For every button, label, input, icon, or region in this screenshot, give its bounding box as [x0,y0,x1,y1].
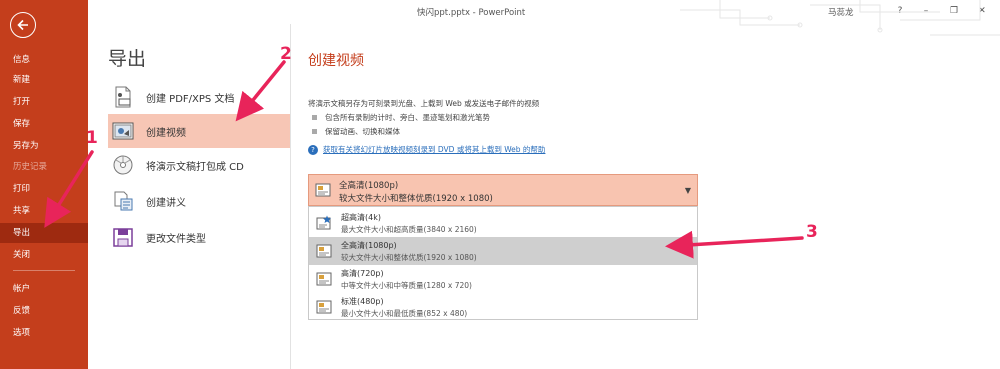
presentation-quality-icon [316,272,332,286]
quality-option-1080p[interactable]: 全高清(1080p) 较大文件大小和整体优质(1920 x 1080) [309,237,697,265]
sidebar-item-info[interactable]: 信息 [0,50,88,70]
export-item-label: 更改文件类型 [146,233,206,245]
export-item-video[interactable]: 创建视频 [108,114,290,148]
sidebar-item-open[interactable]: 打开 [0,92,88,112]
sidebar-item-account[interactable]: 帐户 [0,279,88,299]
star-quality-icon [316,215,331,230]
option-subtitle: 中等文件大小和中等质量(1280 x 720) [341,281,472,290]
quality-option-4k[interactable]: 超高清(4k) 最大文件大小和超高质量(3840 x 2160) [309,209,697,237]
dropdown-selected-title: 全高清(1080p) [339,181,399,191]
annotation-number: 3 [806,222,818,242]
bullet-text: 包含所有录制的计时、旁白、墨迹笔划和激光笔势 [325,113,490,122]
video-quality-options: 超高清(4k) 最大文件大小和超高质量(3840 x 2160) 全高清(108… [308,206,698,320]
back-button[interactable] [10,12,36,38]
video-icon [112,122,134,140]
feature-bullet: 保留动画、切换和媒体 [312,126,400,137]
section-title: 创建视频 [308,53,364,69]
sidebar-item-history: 历史记录 [13,162,48,172]
sidebar-item-new[interactable]: 新建 [0,70,88,90]
sidebar-item-save[interactable]: 保存 [0,114,88,134]
handout-icon [114,191,133,211]
option-title: 高清(720p) [341,269,384,278]
bullet-square-icon [312,115,317,120]
window-title: 快闪ppt.pptx - PowerPoint [417,8,526,18]
file-type-icon [113,228,133,247]
quality-option-720p[interactable]: 高清(720p) 中等文件大小和中等质量(1280 x 720) [309,265,697,293]
sidebar-item-save-as[interactable]: 另存为 [0,136,88,156]
back-arrow-icon [17,19,28,31]
export-item-label: 创建 PDF/XPS 文档 [146,93,235,105]
pdf-document-icon [115,86,131,108]
option-title: 全高清(1080p) [341,241,397,250]
export-item-label: 创建视频 [146,127,186,139]
help-icon: ? [308,144,318,155]
option-title: 标准(480p) [341,297,384,306]
sidebar-item-close[interactable]: 关闭 [0,245,88,265]
sidebar-divider [13,270,75,271]
export-item-package-cd[interactable]: 将演示文稿打包成 CD [108,148,290,182]
annotation-number: 2 [280,44,292,64]
export-item-label: 将演示文稿打包成 CD [146,161,244,173]
sidebar-item-options[interactable]: 选项 [0,323,88,343]
export-item-label: 创建讲义 [146,197,186,209]
sidebar-item-export[interactable]: 导出 [0,223,88,243]
presentation-quality-icon [315,183,331,197]
export-item-pdf[interactable]: 创建 PDF/XPS 文档 [108,80,290,114]
section-description: 将演示文稿另存为可刻录到光盘、上载到 Web 或发送电子邮件的视频 [308,99,540,108]
presentation-quality-icon [316,300,332,314]
chevron-down-icon: ▼ [684,186,691,195]
quality-option-480p[interactable]: 标准(480p) 最小文件大小和最低质量(852 x 480) [309,293,697,321]
export-item-handouts[interactable]: 创建讲义 [108,184,290,218]
sidebar-item-print[interactable]: 打印 [0,179,88,199]
help-link[interactable]: 获取有关将幻灯片放映视频刻录到 DVD 或将其上载到 Web 的帮助 [323,144,545,155]
help-link-row[interactable]: ? 获取有关将幻灯片放映视频刻录到 DVD 或将其上载到 Web 的帮助 [308,144,545,155]
page-title: 导出 [108,48,147,70]
option-subtitle: 最小文件大小和最低质量(852 x 480) [341,309,468,318]
bullet-text: 保留动画、切换和媒体 [325,127,400,136]
powerpoint-backstage: 信息 新建 打开 保存 另存为 历史记录 打印 共享 导出 关闭 帐户 反馈 选… [0,0,1000,369]
option-title: 超高清(4k) [341,213,381,222]
export-options-panel: 导出 创建 PDF/XPS 文档 创建视频 将演示文稿打包成 CD 创建讲义 更… [88,24,290,369]
option-subtitle: 较大文件大小和整体优质(1920 x 1080) [341,253,477,262]
sidebar-item-feedback[interactable]: 反馈 [0,301,88,321]
dropdown-selected-subtitle: 较大文件大小和整体优质(1920 x 1080) [339,194,493,204]
bullet-square-icon [312,129,317,134]
video-quality-dropdown[interactable]: 全高清(1080p) 较大文件大小和整体优质(1920 x 1080) ▼ [308,174,698,206]
sidebar-item-share[interactable]: 共享 [0,201,88,221]
annotation-number: 1 [86,128,98,148]
backstage-sidebar: 信息 新建 打开 保存 另存为 历史记录 打印 共享 导出 关闭 帐户 反馈 选… [0,0,88,369]
option-subtitle: 最大文件大小和超高质量(3840 x 2160) [341,225,477,234]
presentation-quality-icon [316,244,332,258]
export-item-change-file-type[interactable]: 更改文件类型 [108,220,290,254]
create-video-panel: 创建视频 将演示文稿另存为可刻录到光盘、上载到 Web 或发送电子邮件的视频 包… [290,24,1000,369]
cd-icon [113,155,133,175]
feature-bullet: 包含所有录制的计时、旁白、墨迹笔划和激光笔势 [312,112,490,123]
